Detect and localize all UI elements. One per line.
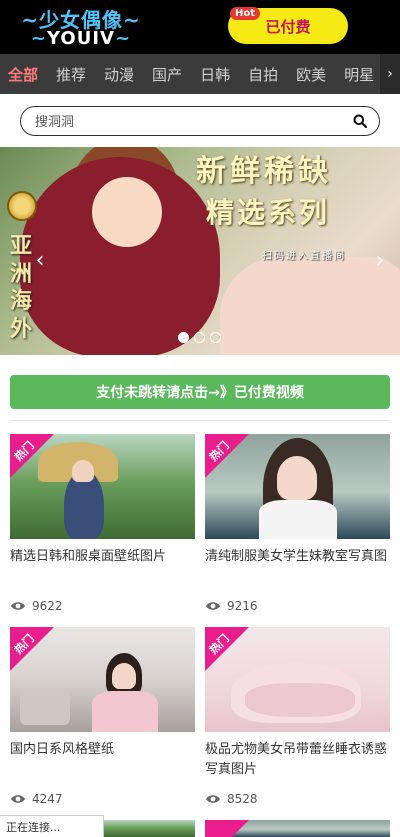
category-tab[interactable]: 全部: [8, 64, 38, 85]
card-thumbnail[interactable]: 热门: [10, 627, 195, 732]
view-count-value: 9622: [32, 599, 63, 613]
view-count: 9622: [10, 597, 63, 615]
status-text: 正在连接...: [6, 820, 61, 834]
chevron-right-icon[interactable]: ›: [372, 250, 388, 272]
search-input[interactable]: [35, 112, 335, 132]
view-count: 9216: [205, 597, 258, 615]
site-logo[interactable]: ~少女偶像~ ~YOUIV~: [12, 4, 150, 50]
category-scroll-handle[interactable]: ›: [380, 54, 400, 94]
category-tab[interactable]: 欧美: [296, 64, 326, 85]
banner-carousel[interactable]: 亚洲海外 新鲜稀缺 精选系列 扫码进入直播间 ‹ ›: [0, 147, 400, 355]
card-thumbnail[interactable]: 热门: [205, 627, 390, 732]
card-title[interactable]: 国内日系风格壁纸: [10, 740, 195, 760]
card-thumbnail[interactable]: 热门: [10, 434, 195, 539]
view-count: 4247: [10, 790, 63, 808]
category-tab[interactable]: 动漫: [104, 64, 134, 85]
card-title[interactable]: 清纯制服美女学生妹教室写真图: [205, 547, 390, 567]
banner-leg-shape: [220, 257, 400, 355]
category-tab[interactable]: 推荐: [56, 64, 86, 85]
status-bar: 正在连接...: [0, 815, 104, 837]
top-header: ~少女偶像~ ~YOUIV~ 已付费 Hot: [0, 0, 400, 54]
paid-video-button[interactable]: 支付未跳转请点击→》已付费视频: [10, 375, 390, 409]
banner-headline-1: 新鲜稀缺: [196, 154, 332, 189]
view-count: 8528: [205, 790, 258, 808]
divider: [10, 420, 390, 421]
paid-button-label: 已付费: [265, 17, 311, 36]
card-thumbnail[interactable]: 热门: [205, 434, 390, 539]
card-thumbnail[interactable]: [205, 820, 390, 837]
banner-headline-2: 精选系列: [206, 196, 331, 229]
view-count-value: 8528: [227, 792, 258, 806]
chevron-right-icon: ›: [387, 66, 393, 82]
paid-video-button-label: 支付未跳转请点击→》已付费视频: [96, 385, 304, 401]
view-count-value: 9216: [227, 599, 258, 613]
category-tab[interactable]: 日韩: [200, 64, 230, 85]
category-nav: 全部 推荐 动漫 国产 日韩 自拍 欧美 明星 ›: [0, 54, 400, 94]
content-card[interactable]: [205, 820, 390, 837]
logo-name: YOUIV: [47, 28, 115, 49]
view-count-value: 4247: [32, 792, 63, 806]
eye-icon: [206, 602, 220, 610]
card-title[interactable]: 极品尤物美女吊带蕾丝睡衣诱惑写真图片: [205, 740, 390, 780]
medal-icon: [7, 191, 37, 221]
carousel-dot[interactable]: [178, 332, 189, 343]
search-bar: [20, 106, 380, 136]
banner-subtext: 扫码进入直播间: [262, 251, 346, 262]
search-icon[interactable]: [353, 114, 367, 128]
eye-icon: [11, 795, 25, 803]
carousel-dot[interactable]: [194, 332, 205, 343]
hot-badge: Hot: [230, 7, 261, 20]
banner-side-text: 亚洲海外: [10, 234, 33, 342]
eye-icon: [206, 795, 220, 803]
logo-line2: ~YOUIV~: [30, 28, 132, 49]
carousel-dot[interactable]: [210, 332, 221, 343]
chevron-left-icon[interactable]: ‹: [32, 250, 48, 272]
category-tab[interactable]: 国产: [152, 64, 182, 85]
category-list: 全部 推荐 动漫 国产 日韩 自拍 欧美 明星: [8, 54, 392, 94]
carousel-dots: [178, 332, 226, 343]
banner-face-shape: [92, 177, 162, 247]
eye-icon: [11, 602, 25, 610]
category-tab[interactable]: 明星: [344, 64, 374, 85]
category-tab[interactable]: 自拍: [248, 64, 278, 85]
card-title[interactable]: 精选日韩和服桌面壁纸图片: [10, 547, 195, 567]
